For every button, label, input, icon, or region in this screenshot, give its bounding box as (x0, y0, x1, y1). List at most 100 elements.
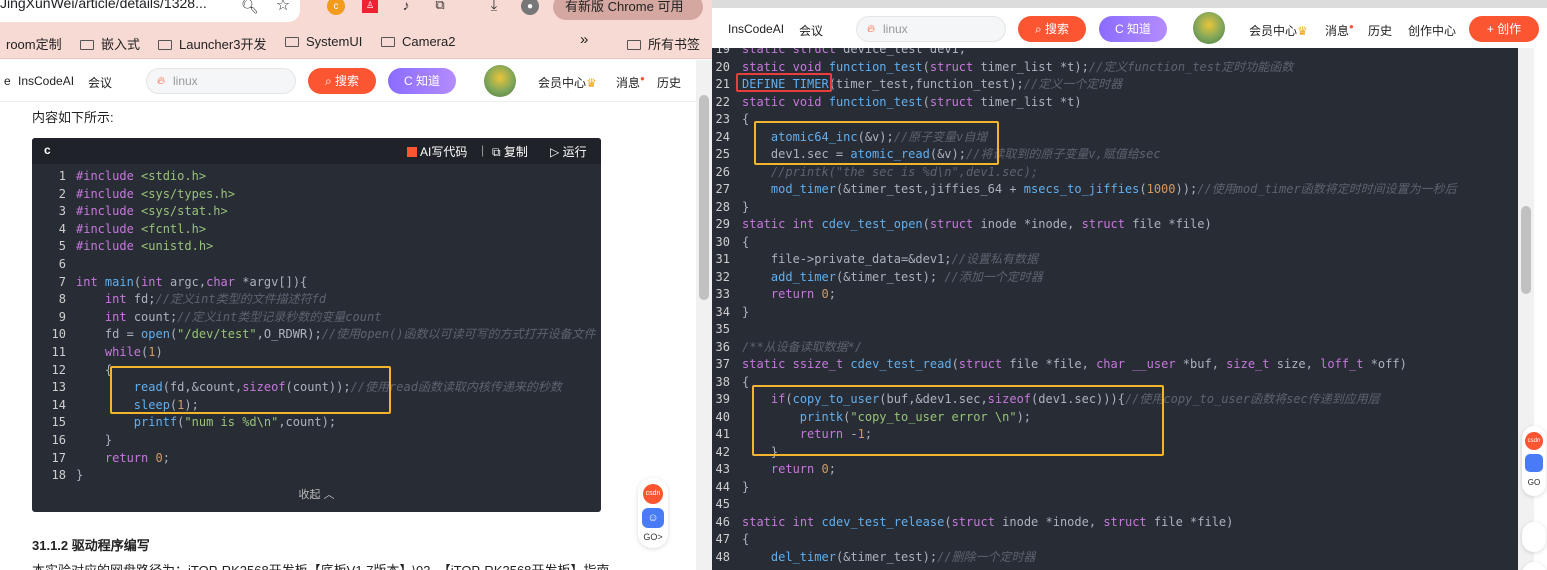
line-number: 5 (58, 239, 66, 254)
line-number: 42 (715, 444, 730, 459)
bookmark-label: room定制 (6, 37, 62, 52)
code-line: #include <stdio.h> (76, 169, 207, 183)
code-line: { (742, 234, 750, 249)
line-number: 3 (58, 204, 66, 219)
download-icon[interactable]: ⤓ (486, 0, 502, 14)
bot-icon: ☺ (642, 508, 664, 528)
search-button[interactable]: ⌕ 搜索 (308, 68, 376, 94)
code-line: #include <fcntl.h> (76, 221, 207, 236)
line-number: 20 (715, 59, 730, 74)
extension-red-icon[interactable]: ♙ (362, 0, 378, 13)
code-line: del_timer(&timer_test);//删除一个定时器 (770, 549, 1036, 564)
line-number: 4 (58, 221, 66, 236)
code-line: static ssize_t cdev_test_read(struct fil… (742, 357, 1407, 371)
ai-code-button[interactable]: AI写代码 (407, 143, 467, 160)
search-button-label: 搜索 (335, 74, 360, 88)
collapse-button[interactable]: 收起 ︿ (32, 486, 601, 502)
zoom-icon[interactable]: 🔍︎ (240, 0, 260, 14)
section-title: 31.1.2 驱动程序编写 (32, 538, 150, 553)
code-line: add_timer(&timer_test); //添加一个定时器 (770, 269, 1043, 284)
line-number: 8 (58, 292, 66, 307)
line-number: 39 (715, 392, 730, 406)
history-link[interactable]: 历史 (657, 74, 681, 91)
creator-center-link[interactable]: 创作中心 (1408, 22, 1456, 39)
code-line: } (742, 199, 750, 214)
zhidao-label: C 知道 (1114, 22, 1151, 36)
messages-link[interactable]: 消息● (1325, 22, 1354, 39)
bookmark-camera2[interactable]: Camera2 (381, 34, 455, 49)
folder-icon (158, 40, 172, 50)
flame-icon: 🔥︎ (867, 23, 876, 35)
code-line: { (742, 532, 750, 546)
tiktok-icon[interactable]: ♪ (398, 0, 414, 14)
line-number: 44 (715, 479, 730, 494)
line-number: 38 (715, 374, 730, 389)
inscode-link[interactable]: InsCodeAI (728, 22, 784, 36)
left-browser-window: JingXunWei/article/details/1328... 🔍︎ ☆ … (0, 0, 712, 570)
inscode-link[interactable]: InsCodeAI (18, 74, 74, 88)
profile-icon[interactable]: ● (521, 0, 539, 15)
line-number: 13 (51, 380, 66, 395)
folder-icon (80, 40, 94, 50)
line-number: 24 (715, 129, 730, 144)
vip-center-link[interactable]: 会员中心♛ (538, 74, 597, 91)
vip-label: 会员中心 (538, 76, 587, 90)
chrome-update-label: 有新版 Chrome 可用 (565, 0, 684, 14)
line-number: 22 (715, 94, 730, 109)
bookmarks-overflow-icon[interactable]: » (580, 31, 588, 48)
meeting-link[interactable]: 会议 (88, 74, 112, 91)
line-number: 17 (51, 450, 66, 465)
section-body-text: 本实验对应的网盘路径为：iTOP-RK3568开发板【底板V1.7版本】\03_… (32, 560, 609, 570)
search-input[interactable]: 🔥︎ linux (146, 68, 296, 94)
scrollbar-thumb[interactable] (1521, 206, 1531, 294)
messages-link[interactable]: 消息● (616, 74, 645, 91)
line-number: 1 (58, 169, 66, 183)
avatar[interactable] (484, 65, 516, 97)
bookmark-room[interactable]: room定制 (6, 34, 62, 53)
avatar[interactable] (1193, 12, 1225, 44)
code-line: #include <sys/types.h> (76, 186, 235, 201)
floating-toolbox[interactable]: csdn GO (1522, 426, 1546, 496)
history-link[interactable]: 历史 (1368, 22, 1392, 39)
code-language: c (44, 143, 51, 157)
copy-button[interactable]: ⧉ 复制 (492, 143, 528, 160)
side-tool-button[interactable] (1522, 522, 1546, 552)
floating-toolbox[interactable]: csdn ☺ GO> (638, 478, 668, 548)
bookmark-systemui[interactable]: SystemUI (285, 34, 362, 49)
code-block-right: 19 static struct device_test dev1; 20 stati… (712, 48, 1518, 570)
code-line: return 0; (104, 450, 170, 465)
extension-orange-icon[interactable]: c (327, 0, 345, 15)
header-cut-text: e (4, 74, 11, 88)
bookmark-all[interactable]: 所有书签 (627, 34, 700, 53)
highlight-box-copy-to-user (752, 385, 1164, 456)
line-number: 12 (51, 362, 66, 377)
bookmark-embedded[interactable]: 嵌入式 (80, 34, 140, 53)
bookmark-launcher3[interactable]: Launcher3开发 (158, 34, 266, 53)
puzzle-icon[interactable]: ⧉ (432, 0, 448, 13)
code-line: } (76, 433, 113, 447)
code-toolbar: c AI写代码 | ⧉ 复制 ▷ 运行 (32, 138, 601, 164)
run-button[interactable]: ▷ 运行 (550, 143, 587, 160)
zhidao-button[interactable]: C 知道 (388, 68, 456, 94)
go-label: GO> (643, 532, 663, 542)
highlight-box-define-timer (736, 73, 832, 92)
star-icon[interactable]: ☆ (273, 0, 293, 14)
search-button[interactable]: ⌕ 搜索 (1018, 16, 1086, 42)
window-top-strip (712, 0, 1547, 8)
bookmarks-bar: room定制 嵌入式 Launcher3开发 SystemUI Camera2 … (0, 25, 712, 59)
scrollbar-thumb[interactable] (699, 95, 709, 300)
left-page-scrollbar[interactable] (696, 60, 712, 570)
vip-center-link[interactable]: 会员中心♛ (1249, 22, 1308, 39)
search-icon: ⌕ (1034, 22, 1046, 36)
bookmark-label: SystemUI (306, 34, 363, 49)
line-number: 43 (715, 462, 730, 476)
code-line: static int cdev_test_open(struct inode *… (742, 217, 1212, 231)
chrome-update-button[interactable]: 有新版 Chrome 可用⋮ (553, 0, 703, 40)
search-placeholder: linux (883, 22, 908, 36)
create-button[interactable]: + 创作 (1469, 16, 1539, 42)
line-number: 32 (715, 269, 730, 284)
csdn-header-right: InsCodeAI 会议 🔥︎ linux ⌕ 搜索 C 知道 会员中心♛ 消息●… (712, 8, 1547, 48)
zhidao-button[interactable]: C 知道 (1099, 16, 1167, 42)
search-input[interactable]: 🔥︎ linux (856, 16, 1006, 42)
meeting-link[interactable]: 会议 (799, 22, 823, 39)
